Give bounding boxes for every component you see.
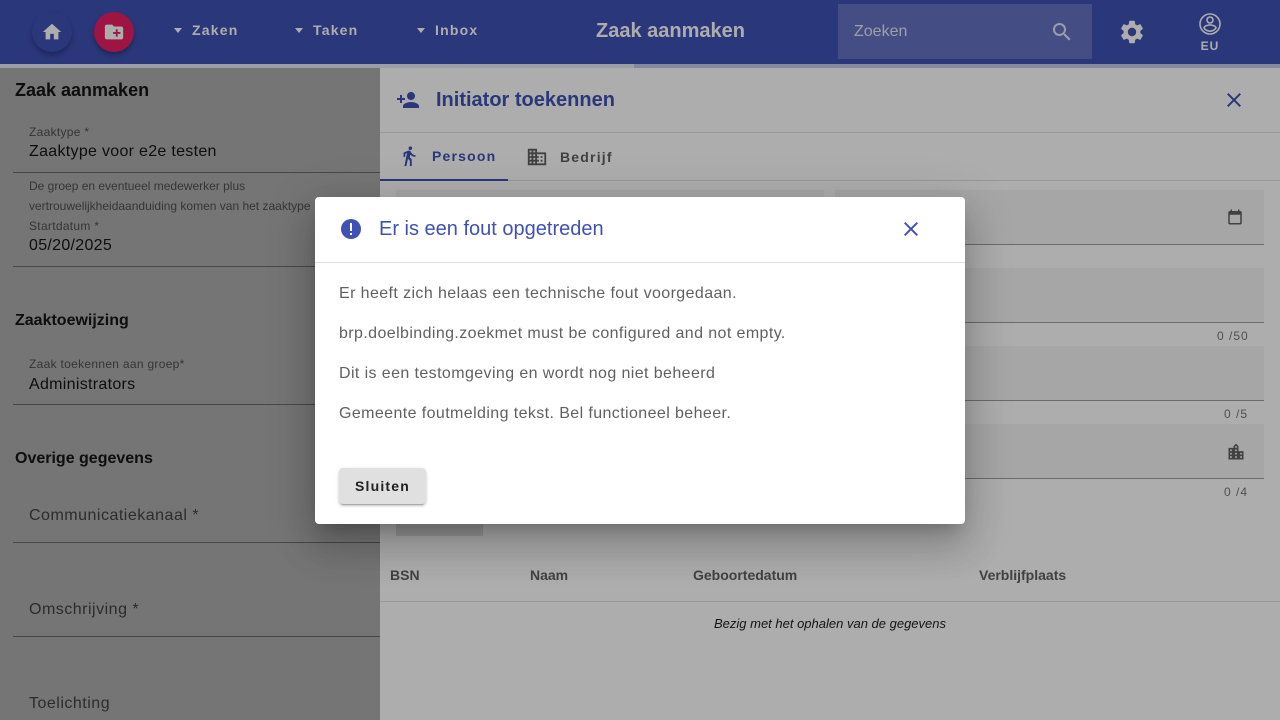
dialog-message-1: Er heeft zich helaas een technische fout… — [339, 285, 737, 302]
dialog-message-2: brp.doelbinding.zoekmet must be configur… — [339, 325, 786, 342]
sluiten-button[interactable]: Sluiten — [339, 468, 426, 504]
error-icon — [341, 219, 361, 239]
dialog-header: Er is een fout opgetreden — [315, 197, 965, 263]
dialog-message-3: Dit is een testomgeving en wordt nog nie… — [339, 365, 716, 382]
close-icon[interactable] — [899, 217, 923, 241]
dialog-message-4: Gemeente foutmelding tekst. Bel function… — [339, 405, 732, 422]
error-dialog: Er is een fout opgetreden Er heeft zich … — [315, 197, 965, 524]
dialog-title: Er is een fout opgetreden — [379, 218, 604, 240]
